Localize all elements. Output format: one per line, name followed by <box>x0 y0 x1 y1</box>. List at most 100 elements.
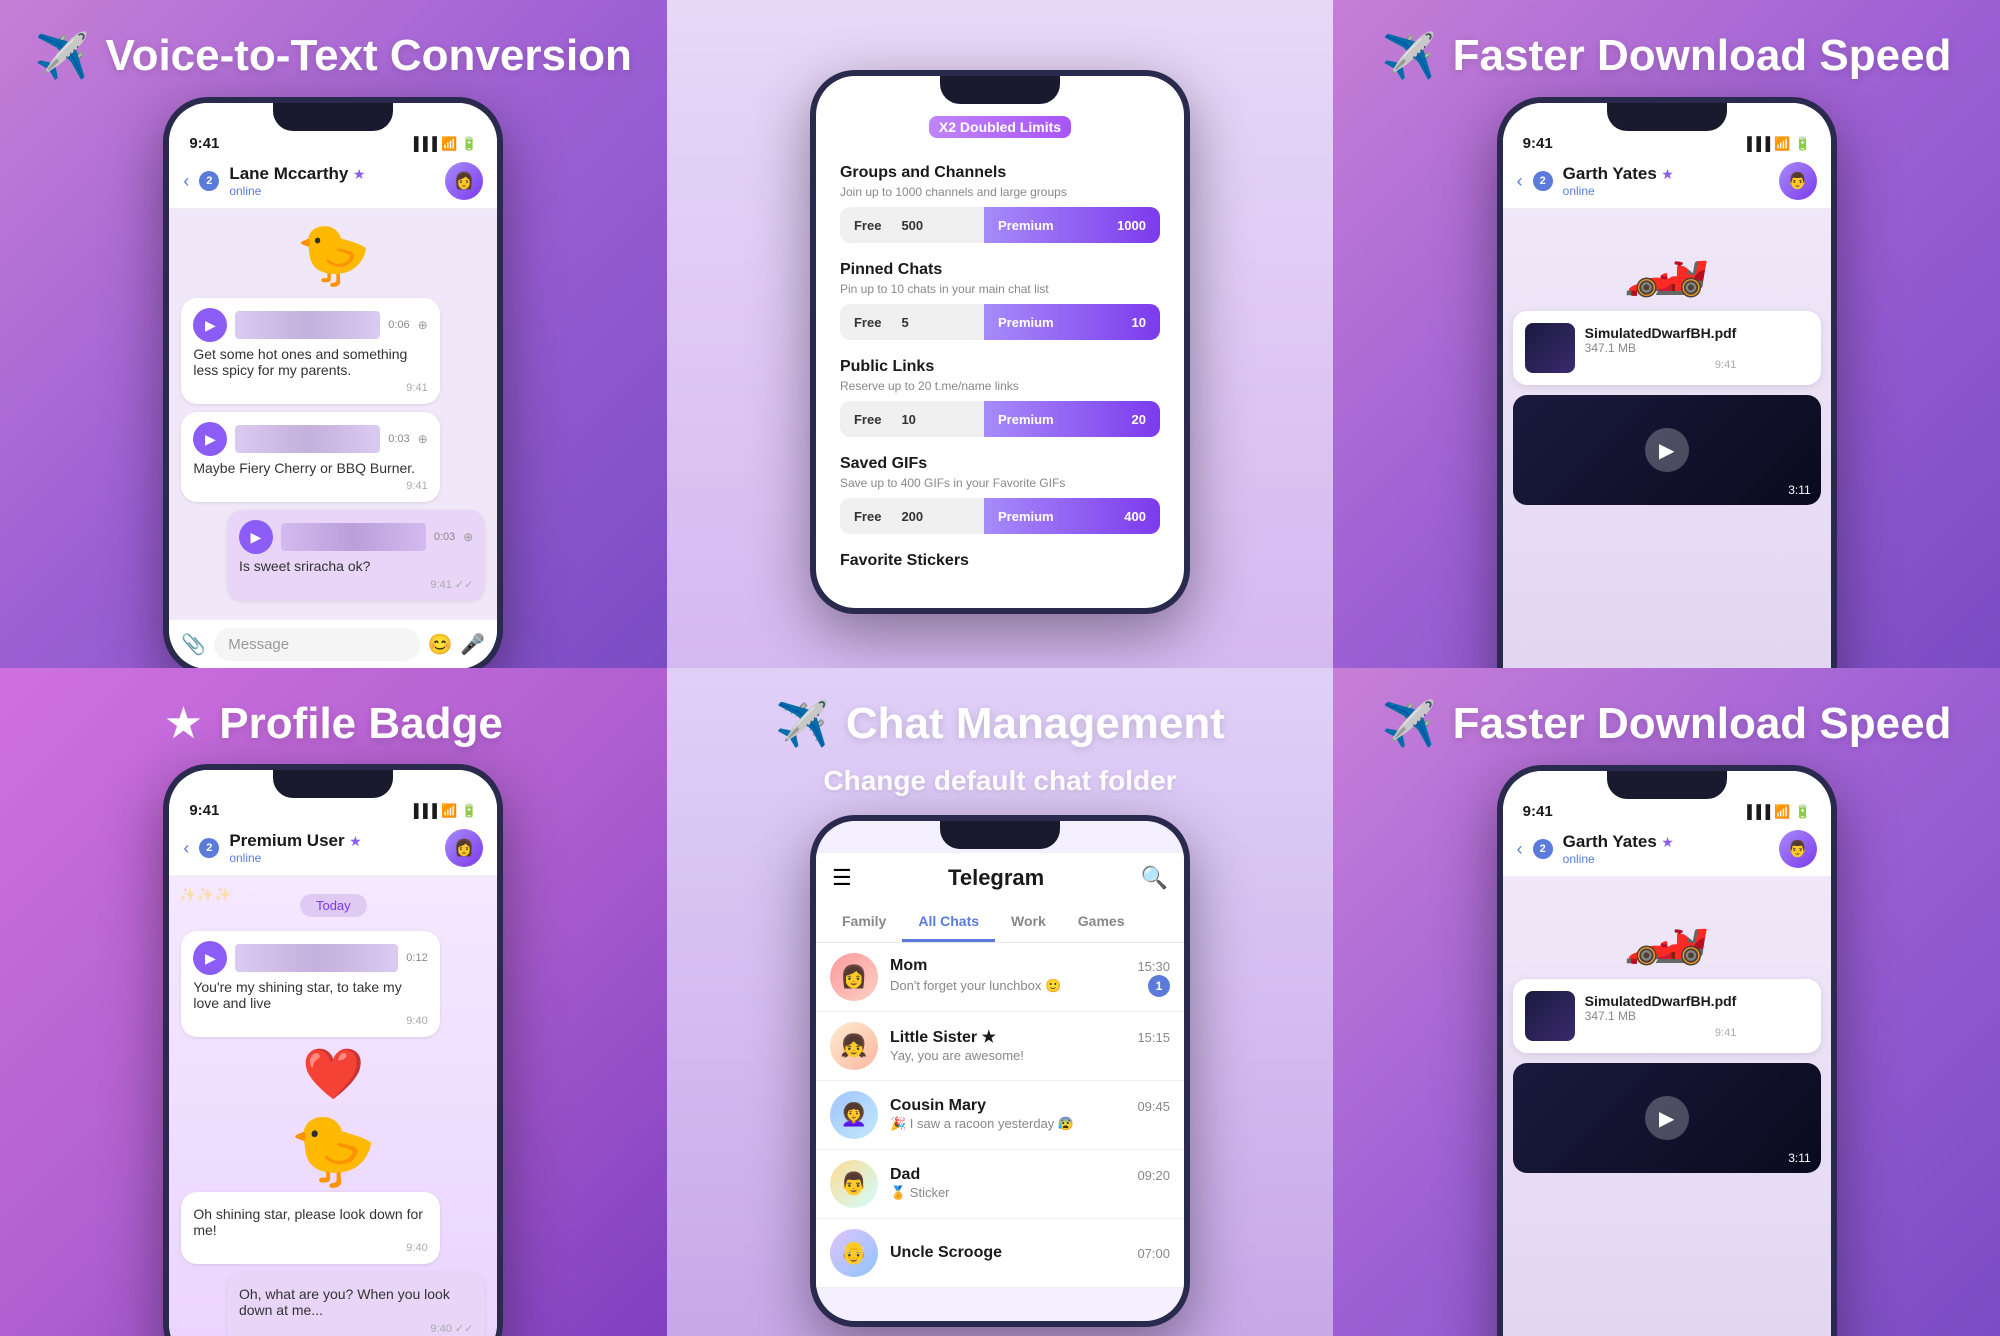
garth-sticker-bottom: 🏎️ <box>1503 887 1831 969</box>
cell5-title: Chat Management <box>846 702 1225 746</box>
profile-text-msg-1: Oh shining star, please look down for me… <box>181 1192 439 1264</box>
status-icons-3: ▐▐▐ 📶 🔋 <box>1743 136 1811 152</box>
expand-icon: ⊕ <box>418 318 428 332</box>
back-button-6[interactable]: ‹ <box>1517 839 1523 860</box>
tg-app-header: ☰ Telegram 🔍 <box>816 853 1184 903</box>
back-button[interactable]: ‹ <box>183 171 189 192</box>
profile-msg-time-2: 9:40 <box>193 1242 427 1254</box>
tab-all-chats[interactable]: All Chats <box>902 903 995 942</box>
voice-message-1: ▶ 0:06 ⊕ Get some hot ones and something… <box>181 298 439 404</box>
chat-item-mom[interactable]: 👩 Mom 15:30 Don't forget your lunchbox 🙂… <box>816 943 1184 1012</box>
limit-groups-title: Groups and Channels <box>840 164 1160 182</box>
cell3-phone: 9:41 ▐▐▐ 📶 🔋 ‹ 2 Garth Yates ★ online 👨 … <box>1497 97 1837 668</box>
phone-notch <box>273 103 393 131</box>
battery-icon: 🔋 <box>461 136 477 152</box>
attachment-icon[interactable]: 📎 <box>181 632 206 657</box>
file-size-top: 347.1 MB <box>1585 341 1737 355</box>
play-btn-profile[interactable]: ▶ <box>193 941 227 975</box>
file-info-top: SimulatedDwarfBH.pdf 347.1 MB 9:41 <box>1585 325 1737 371</box>
voice-icon[interactable]: 🎤 <box>460 632 485 657</box>
msg-text-2: Maybe Fiery Cherry or BBQ Burner. <box>193 460 427 476</box>
play-button-2[interactable]: ▶ <box>193 422 227 456</box>
waveform-profile <box>235 944 398 972</box>
sticker-duck: 🐤 <box>181 219 485 290</box>
video-bubble-top: ▶ 3:11 <box>1513 395 1821 505</box>
play-circle-top[interactable]: ▶ <box>1645 428 1689 472</box>
garth-phone-screen-bottom: 9:41 ▐▐▐ 📶 🔋 ‹ 2 Garth Yates ★ online 👨 … <box>1503 771 1831 1336</box>
garth-status-top: online <box>1563 184 1674 198</box>
badge-4: 2 <box>199 838 219 858</box>
garth-star-bottom: ★ <box>1661 834 1674 850</box>
cell6-header: ✈️ Faster Download Speed <box>1382 698 1952 750</box>
profile-voice-msg: ▶ 0:12 You're my shining star, to take m… <box>181 931 439 1037</box>
premium-star: ★ <box>353 166 366 182</box>
chat-time-uncle: 07:00 <box>1137 1246 1170 1261</box>
search-icon-tg[interactable]: 🔍 <box>1141 865 1168 891</box>
chat-header-4: ‹ 2 Premium User ★ online 👩 <box>169 823 497 876</box>
chat-item-uncle[interactable]: 👴 Uncle Scrooge 07:00 <box>816 1219 1184 1288</box>
message-input[interactable]: Message <box>214 628 419 661</box>
limits-header: X2 Doubled Limits <box>840 116 1160 144</box>
back-button-4[interactable]: ‹ <box>183 838 189 859</box>
contact-info: Lane Mccarthy ★ online <box>229 164 365 198</box>
signal-3: ▐▐▐ <box>1743 136 1771 151</box>
wifi-icon: 📶 <box>441 136 457 152</box>
play-circle-bottom[interactable]: ▶ <box>1645 1096 1689 1140</box>
messages-area: 🐤 ▶ 0:06 ⊕ Get some hot ones and somethi… <box>169 209 497 619</box>
limit-pinned: Pinned Chats Pin up to 10 chats in your … <box>840 261 1160 340</box>
limit-free-gifs: Free 200 <box>840 498 984 534</box>
msg-text-3: Is sweet sriracha ok? <box>239 558 473 574</box>
premium-avatar: 👩 <box>445 829 483 867</box>
tg-screen: ☰ Telegram 🔍 Family All Chats Work Games <box>816 821 1184 1321</box>
tab-family[interactable]: Family <box>826 903 902 942</box>
wifi-6: 📶 <box>1774 804 1790 820</box>
send-icon-5: ✈️ <box>775 698 830 750</box>
file-info-bottom: SimulatedDwarfBH.pdf 347.1 MB 9:41 <box>1585 993 1737 1039</box>
chat-item-dad[interactable]: 👨 Dad 09:20 🏅 Sticker <box>816 1150 1184 1219</box>
free-label: Free <box>854 218 881 233</box>
tg-folder-tabs[interactable]: Family All Chats Work Games <box>816 903 1184 943</box>
chat-info-uncle: Uncle Scrooge 07:00 <box>890 1244 1170 1262</box>
free-val-groups: 500 <box>901 218 923 233</box>
limit-free-pinned: Free 5 <box>840 304 984 340</box>
chat-preview-dad: 🏅 Sticker <box>890 1185 950 1200</box>
chat-name-cousin: Cousin Mary <box>890 1097 986 1115</box>
cell4-phone: 9:41 ▐▐▐ 📶 🔋 ‹ 2 Premium User ★ online 👩… <box>163 764 503 1336</box>
send-icon-3: ✈️ <box>1382 30 1437 82</box>
profile-msg-text-2: Oh shining star, please look down for me… <box>193 1206 427 1238</box>
profile-msg-text-1: You're my shining star, to take my love … <box>193 979 427 1011</box>
limit-premium-public: Premium 20 <box>984 401 1160 437</box>
garth-avatar-bottom: 👨 <box>1779 830 1817 868</box>
phone-screen: 9:41 ▐▐▐ 📶 🔋 ‹ 2 Lane Mccarthy ★ online … <box>169 103 497 668</box>
chat-item-cousin[interactable]: 👩‍🦱 Cousin Mary 09:45 🎉 I saw a racoon y… <box>816 1081 1184 1150</box>
video-time-top: 3:11 <box>1788 483 1810 497</box>
chat-header-3: ‹ 2 Garth Yates ★ online 👨 <box>1503 156 1831 209</box>
chat-header: ‹ 2 Lane Mccarthy ★ online 👩 <box>169 156 497 209</box>
hamburger-icon[interactable]: ☰ <box>832 865 852 891</box>
premium-contact-info: Premium User ★ online <box>229 831 361 865</box>
file-size-bottom: 347.1 MB <box>1585 1009 1737 1023</box>
status-time-4: 9:41 <box>189 802 219 819</box>
garth-sticker-top: 🏎️ <box>1503 219 1831 301</box>
chat-item-sister[interactable]: 👧 Little Sister ★ 15:15 Yay, you are awe… <box>816 1012 1184 1081</box>
play-button-1[interactable]: ▶ <box>193 308 227 342</box>
emoji-icon[interactable]: 😊 <box>428 632 453 657</box>
play-button-3[interactable]: ▶ <box>239 520 273 554</box>
back-button-3[interactable]: ‹ <box>1517 171 1523 192</box>
phone-notch <box>940 76 1060 104</box>
wifi-3: 📶 <box>1774 136 1790 152</box>
unread-mom: 1 <box>1148 975 1170 997</box>
limit-groups: Groups and Channels Join up to 1000 chan… <box>840 164 1160 243</box>
tab-games[interactable]: Games <box>1062 903 1141 942</box>
cell1-title: Voice-to-Text Conversion <box>106 34 632 78</box>
limit-premium-pinned: Premium 10 <box>984 304 1160 340</box>
limit-pinned-sub: Pin up to 10 chats in your main chat lis… <box>840 282 1160 296</box>
star-icon-4: ★ <box>164 698 203 749</box>
send-icon-6: ✈️ <box>1382 698 1437 750</box>
msg-time-2: 9:41 <box>193 480 427 492</box>
premium-label: Premium <box>998 218 1054 233</box>
file-name-top: SimulatedDwarfBH.pdf <box>1585 325 1737 341</box>
tab-work[interactable]: Work <box>995 903 1062 942</box>
garth-content-top: 🏎️ SimulatedDwarfBH.pdf 347.1 MB 9:41 ▶ … <box>1503 209 1831 668</box>
limit-pinned-bar: Free 5 Premium 10 <box>840 304 1160 340</box>
